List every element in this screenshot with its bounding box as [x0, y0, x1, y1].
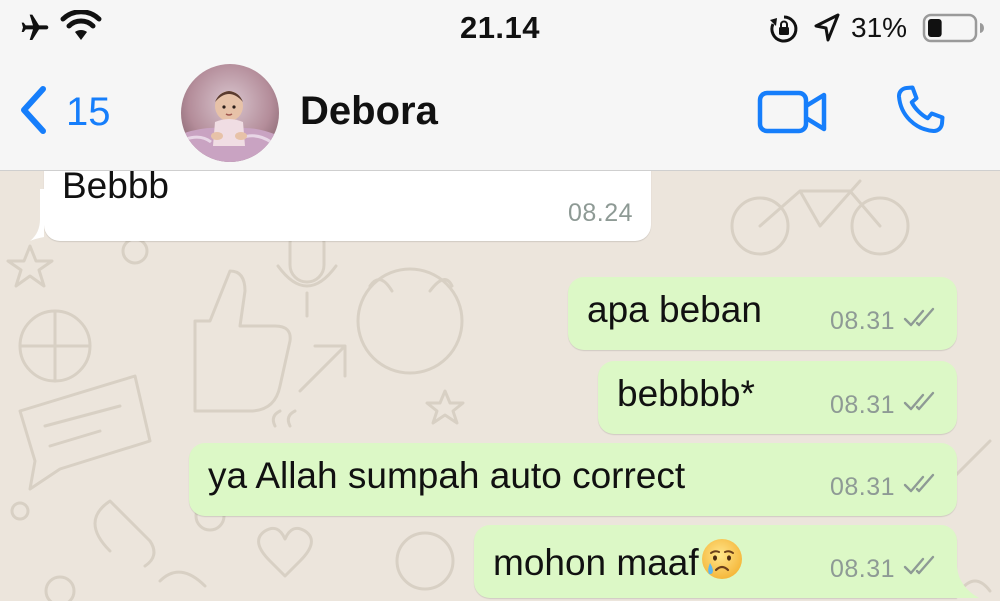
message-time: 08.31 [829, 555, 895, 583]
message-text: Bebbb [62, 171, 169, 206]
message-outgoing[interactable]: ya Allah sumpah auto correct 08.31 [189, 443, 957, 516]
message-text-wrap: mohon maaf [493, 537, 744, 590]
location-icon [812, 12, 842, 49]
chat-area[interactable]: Bebbb 08.24 apa beban 08.31 bebbbb* 08.3… [0, 171, 1000, 601]
battery-icon [922, 12, 986, 49]
message-text: ya Allah sumpah auto correct [208, 455, 686, 496]
chat-screen: 21.14 31% 15 Debora Bebbb 08.24 apa beba… [0, 0, 1000, 601]
message-incoming[interactable]: Bebbb 08.24 [44, 171, 651, 241]
message-text: mohon maaf [493, 542, 699, 583]
message-text: bebbbb* [617, 373, 755, 414]
double-check-icon [903, 391, 939, 420]
video-call-button[interactable] [757, 88, 829, 141]
double-check-icon [903, 307, 939, 336]
rotation-lock-icon [768, 13, 800, 50]
message-outgoing[interactable]: mohon maaf 08.31 [474, 525, 957, 598]
status-time: 21.14 [459, 10, 541, 45]
phone-icon [890, 85, 950, 144]
message-time: 08.31 [829, 391, 895, 419]
crying-face-icon [700, 537, 744, 590]
message-time: 08.31 [829, 307, 895, 335]
status-bar: 21.14 31% [0, 0, 1000, 56]
message-outgoing[interactable]: apa beban 08.31 [568, 277, 957, 350]
battery-percentage: 31% [851, 12, 908, 43]
message-meta: 08.24 [568, 199, 633, 228]
double-check-icon [903, 473, 939, 502]
contact-name[interactable]: Debora [300, 89, 438, 134]
back-button[interactable]: 15 [18, 82, 111, 142]
message-time: 08.31 [829, 473, 895, 501]
bubble-tail [30, 189, 44, 241]
bubble-tail [951, 567, 979, 598]
avatar[interactable] [181, 64, 279, 162]
unread-count: 15 [66, 89, 111, 134]
message-text: apa beban [587, 289, 762, 330]
message-time: 08.24 [567, 199, 633, 227]
message-meta: 08.31 [830, 555, 939, 584]
message-meta: 08.31 [830, 391, 939, 420]
double-check-icon [903, 555, 939, 584]
voice-call-button[interactable] [890, 80, 950, 145]
message-meta: 08.31 [830, 473, 939, 502]
message-meta: 08.31 [830, 307, 939, 336]
chat-header: 15 Debora [0, 56, 1000, 171]
message-outgoing[interactable]: bebbbb* 08.31 [598, 361, 957, 434]
video-camera-icon [757, 90, 829, 140]
chevron-left-icon [18, 85, 48, 140]
